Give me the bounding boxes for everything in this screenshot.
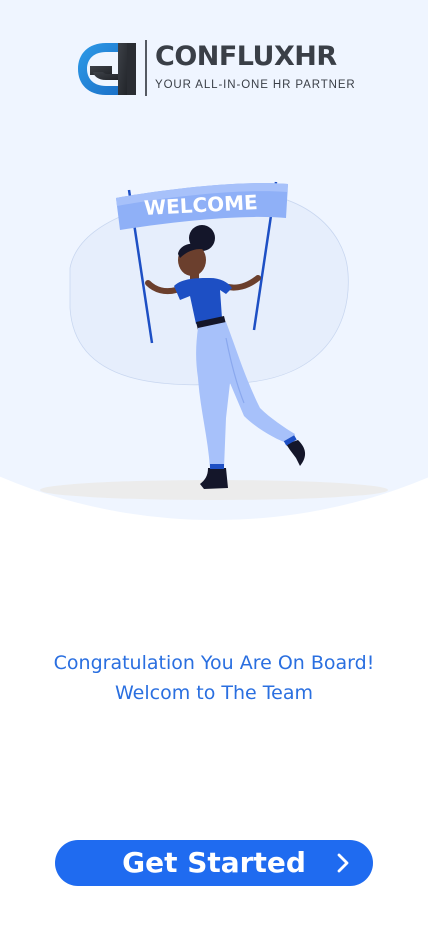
brand-name-main: CONFLUX bbox=[155, 41, 295, 72]
get-started-button[interactable]: Get Started bbox=[55, 840, 373, 886]
get-started-label: Get Started bbox=[122, 846, 306, 879]
welcome-message: Congratulation You Are On Board! Welcom … bbox=[0, 648, 428, 708]
welcome-message-line-1: Congratulation You Are On Board! bbox=[53, 652, 375, 674]
brand-logo: CONFLUXHR YOUR ALL-IN-ONE HR PARTNER bbox=[76, 40, 356, 98]
brand-name: CONFLUXHR bbox=[155, 42, 337, 72]
welcome-screen: CONFLUXHR YOUR ALL-IN-ONE HR PARTNER WEL… bbox=[0, 0, 428, 926]
welcome-illustration: WELCOME bbox=[40, 181, 388, 500]
welcome-message-line-2: Welcom to The Team bbox=[115, 682, 313, 704]
logo-mark-icon bbox=[78, 43, 136, 95]
logo-divider bbox=[145, 40, 147, 96]
chevron-right-icon bbox=[337, 853, 349, 873]
brand-tagline: YOUR ALL-IN-ONE HR PARTNER bbox=[155, 79, 356, 91]
brand-name-accent: HR bbox=[294, 41, 337, 72]
